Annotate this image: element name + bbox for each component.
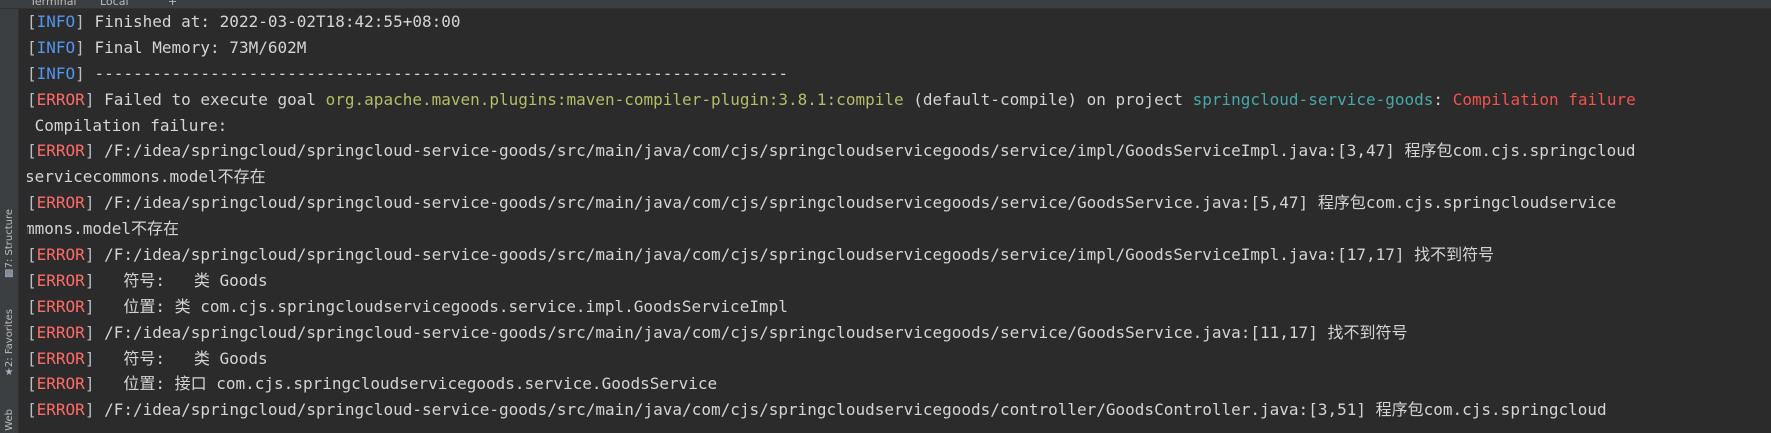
tab-terminal[interactable]: Terminal (30, 0, 77, 8)
log-level-info: INFO (36, 12, 76, 31)
message-text: Finished at: 2022-03-02T18:42:55+08:00 (84, 12, 461, 31)
structure-icon: ▩ (4, 268, 14, 280)
console-line: servicecommons.model不存在 (27, 164, 1771, 190)
message-text: /F:/idea/springcloud/springcloud-service… (94, 322, 1408, 342)
bracket: ] (75, 12, 85, 31)
bracket: ] (84, 245, 95, 265)
bracket: [ (27, 193, 37, 213)
message-text: /F:/idea/springcloud/springcloud-service… (94, 400, 1607, 420)
bracket: ] (84, 193, 95, 213)
console-line: [INFO] Finished at: 2022-03-02T18:42:55+… (27, 9, 1771, 35)
terminal-tabbar: Terminal Local + (0, 0, 1771, 9)
message-text: /F:/idea/springcloud/springcloud-service… (94, 141, 1636, 161)
message-text: /F:/idea/springcloud/springcloud-service… (94, 193, 1617, 213)
add-tab-button[interactable]: + (168, 0, 177, 8)
message-text: 符号: 类 Goods (94, 348, 268, 368)
message-text: ----------------------------------------… (84, 63, 789, 83)
sidebar-item-label: 7: Structure (3, 209, 15, 269)
log-level-error: ERROR (36, 374, 85, 394)
bracket: ] (84, 348, 95, 368)
bracket: [ (27, 374, 37, 394)
star-icon: ★ (4, 367, 14, 379)
log-level-error: ERROR (36, 296, 85, 316)
bracket: [ (27, 37, 37, 57)
console-line: [INFO] ---------------------------------… (27, 61, 1771, 87)
sidebar-item-label: Web (3, 409, 15, 431)
bracket: [ (27, 63, 37, 83)
bracket: ] (84, 89, 95, 109)
message-text: Final Memory: 73M/602M (84, 37, 307, 57)
bracket: [ (27, 245, 37, 265)
console-line: [ERROR] /F:/idea/springcloud/springcloud… (27, 242, 1771, 268)
console-line: mmons.model不存在 (27, 216, 1771, 242)
bracket: [ (27, 348, 37, 368)
console-line: [INFO] Final Memory: 73M/602M (27, 35, 1771, 61)
sidebar-item-web[interactable]: Web (0, 409, 18, 431)
message-text: 位置: 接口 com.cjs.springcloudservicegoods.s… (94, 374, 718, 394)
console-line: [ERROR] 符号: 类 Goods (27, 268, 1771, 294)
log-level-error: ERROR (36, 89, 85, 109)
log-level-error: ERROR (36, 348, 85, 368)
bracket: ] (84, 270, 95, 290)
console-line: [ERROR] 位置: 类 com.cjs.springcloudservice… (27, 294, 1771, 320)
console-line: [ERROR] /F:/idea/springcloud/springcloud… (27, 138, 1771, 164)
bracket: [ (27, 12, 37, 31)
bracket: ] (84, 141, 95, 161)
message-text: Compilation failure: (27, 115, 228, 135)
bracket: [ (27, 89, 37, 109)
message-text: : (1433, 89, 1453, 109)
message-text: mmons.model不存在 (27, 219, 179, 239)
sidebar-item-label: 2: Favorites (3, 309, 15, 368)
message-text: /F:/idea/springcloud/springcloud-service… (94, 245, 1495, 265)
ide-window: Terminal Local + 7: Structure ▩ 2: Favor… (0, 0, 1771, 433)
bracket: ] (84, 400, 95, 420)
bracket: [ (27, 141, 37, 161)
bracket: [ (27, 322, 37, 342)
tab-local[interactable]: Local (100, 0, 129, 8)
bracket: ] (75, 37, 85, 57)
bracket: ] (84, 296, 95, 316)
log-level-error: ERROR (36, 141, 85, 161)
sidebar-item-structure[interactable]: 7: Structure ▩ (0, 209, 18, 280)
left-tool-sidebar: 7: Structure ▩ 2: Favorites ★ Web (0, 9, 19, 433)
console-line: [ERROR] Failed to execute goal org.apach… (27, 87, 1771, 113)
sidebar-item-favorites[interactable]: 2: Favorites ★ (0, 309, 18, 379)
console-line: [ERROR] 位置: 接口 com.cjs.springcloudservic… (27, 371, 1771, 397)
log-level-error: ERROR (36, 400, 85, 420)
console-line: [ERROR] /F:/idea/springcloud/springcloud… (27, 190, 1771, 216)
project-link[interactable]: springcloud-service-goods (1193, 90, 1434, 109)
bracket: [ (27, 296, 37, 316)
console-line: Compilation failure: (27, 113, 1771, 139)
maven-console-output[interactable]: [INFO] Finished at: 2022-03-02T18:42:55+… (27, 9, 1771, 433)
console-line: [ERROR] 符号: 类 Goods (27, 346, 1771, 372)
bracket: ] (75, 63, 85, 83)
plugin-link[interactable]: org.apache.maven.plugins:maven-compiler-… (326, 90, 904, 109)
log-level-error: ERROR (36, 270, 85, 290)
message-text: 符号: 类 Goods (94, 270, 268, 290)
bracket: [ (27, 400, 37, 420)
console-line: [ERROR] /F:/idea/springcloud/springcloud… (27, 397, 1771, 423)
log-level-error: ERROR (36, 193, 85, 213)
console-line: [ERROR] /F:/idea/springcloud/springcloud… (27, 320, 1771, 346)
failure-text: Compilation failure (1452, 89, 1636, 109)
message-text: (default-compile) on project (903, 89, 1193, 109)
log-level-error: ERROR (36, 245, 85, 265)
message-text: 位置: 类 com.cjs.springcloudservicegoods.se… (94, 296, 788, 316)
bracket: ] (84, 322, 95, 342)
log-level-error: ERROR (36, 322, 85, 342)
bracket: [ (27, 270, 37, 290)
message-text: Failed to execute goal (94, 89, 326, 109)
log-level-info: INFO (36, 63, 76, 83)
bracket: ] (84, 374, 95, 394)
log-level-info: INFO (36, 37, 76, 57)
message-text: servicecommons.model不存在 (27, 167, 266, 187)
